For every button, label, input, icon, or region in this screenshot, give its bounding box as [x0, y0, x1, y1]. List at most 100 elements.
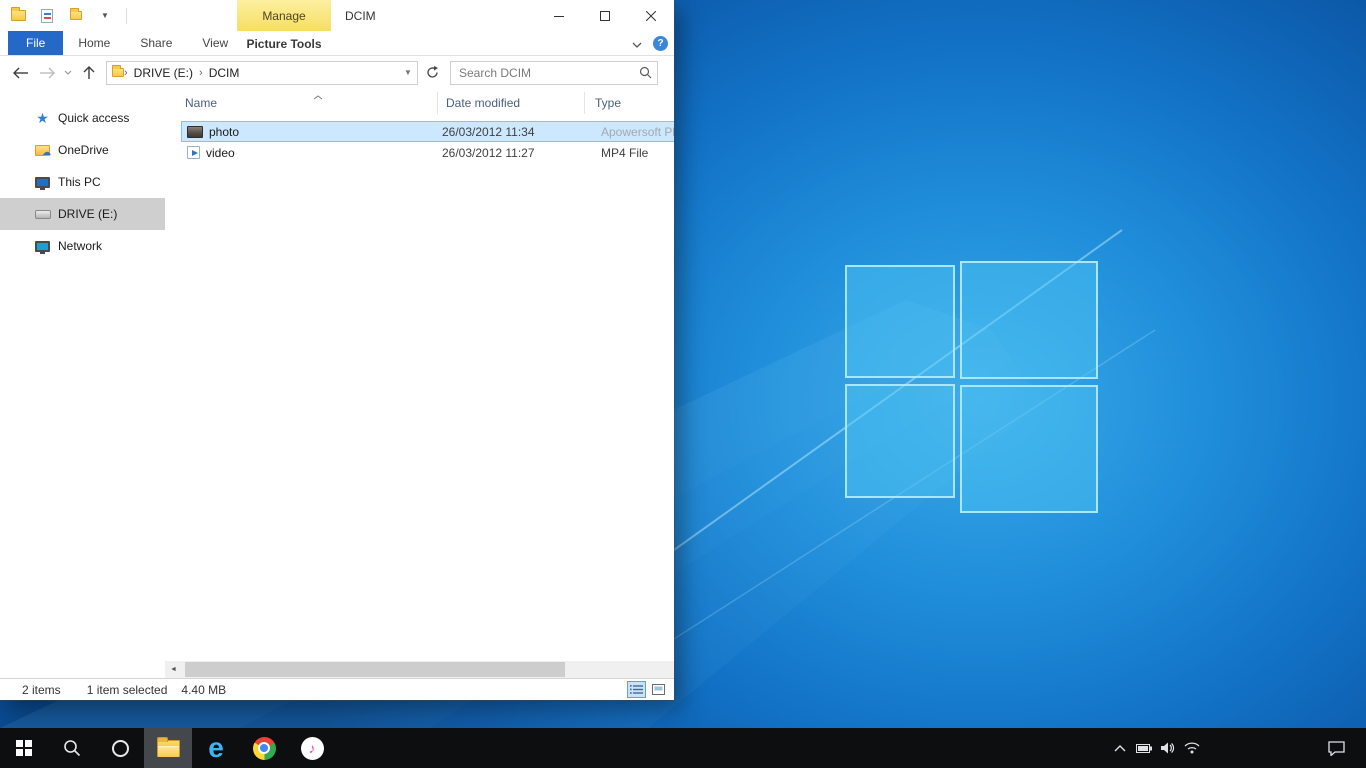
navigation-pane: ★ Quick access OneDrive This PC DRIVE (E… — [0, 89, 165, 678]
explorer-window: ▼ Manage DCIM File Home Share V — [0, 0, 674, 700]
refresh-icon[interactable] — [420, 61, 444, 85]
chrome-icon — [253, 737, 276, 760]
sort-ascending-icon — [313, 89, 323, 103]
ribbon-right-controls: ? — [632, 31, 668, 56]
file-name: video — [206, 146, 235, 160]
taskbar-search-button[interactable] — [48, 728, 96, 768]
tab-picture-tools[interactable]: Picture Tools — [237, 31, 331, 56]
forward-arrow-icon[interactable] — [34, 60, 60, 86]
desktop: ▼ Manage DCIM File Home Share V — [0, 0, 1366, 768]
taskbar: e ♪ — [0, 728, 1366, 768]
system-tray — [1108, 728, 1204, 768]
ribbon-collapse-chevron-icon[interactable] — [632, 37, 642, 51]
file-list-pane: Name Date modified Type photo 26/03/2012… — [165, 89, 674, 678]
wifi-icon[interactable] — [1180, 728, 1204, 768]
file-explorer-icon — [157, 740, 180, 757]
taskbar-itunes-button[interactable]: ♪ — [288, 728, 336, 768]
tab-view[interactable]: View — [187, 31, 243, 55]
column-header-name[interactable]: Name — [181, 92, 438, 114]
video-file-icon — [187, 146, 200, 159]
address-dropdown-chevron-icon[interactable]: ▼ — [399, 62, 417, 84]
sidebar-item-drive-e[interactable]: DRIVE (E:) — [0, 198, 165, 230]
file-name: photo — [209, 125, 239, 139]
minimize-button[interactable] — [536, 0, 582, 31]
address-bar[interactable]: › DRIVE (E:) › DCIM ▼ — [106, 61, 418, 85]
properties-icon[interactable] — [37, 5, 57, 27]
scroll-left-arrow-icon[interactable]: ◄ — [165, 661, 182, 678]
column-header-date-modified[interactable]: Date modified — [438, 92, 585, 114]
tab-share[interactable]: Share — [125, 31, 187, 55]
window-title: DCIM — [345, 0, 376, 31]
cortana-button[interactable] — [96, 728, 144, 768]
sidebar-item-quick-access[interactable]: ★ Quick access — [0, 102, 165, 134]
file-rows: photo 26/03/2012 11:34 Apowersoft Pho vi… — [181, 121, 674, 163]
status-selection: 1 item selected — [87, 683, 168, 697]
title-bar: ▼ Manage DCIM — [0, 0, 674, 31]
taskbar-chrome-button[interactable] — [240, 728, 288, 768]
status-bar: 2 items 1 item selected 4.40 MB — [0, 678, 674, 700]
speaker-icon[interactable] — [1156, 728, 1180, 768]
qat-customize-chevron-icon[interactable]: ▼ — [95, 5, 115, 27]
drive-icon — [34, 210, 51, 219]
maximize-button[interactable] — [582, 0, 628, 31]
edge-icon: e — [208, 734, 224, 762]
action-center-button[interactable] — [1314, 728, 1358, 768]
computer-icon — [34, 177, 51, 188]
status-size: 4.40 MB — [181, 683, 226, 697]
minimize-icon — [554, 11, 564, 21]
file-type: Apowersoft Pho — [591, 125, 674, 139]
itunes-icon: ♪ — [301, 737, 324, 760]
explorer-main: ★ Quick access OneDrive This PC DRIVE (E… — [0, 89, 674, 678]
tab-home[interactable]: Home — [63, 31, 125, 55]
column-headers: Name Date modified Type — [181, 92, 674, 114]
search-icon — [63, 739, 81, 757]
file-row-photo[interactable]: photo 26/03/2012 11:34 Apowersoft Pho — [181, 121, 674, 142]
scroll-right-arrow-icon[interactable]: ► — [669, 661, 674, 678]
close-button[interactable] — [628, 0, 674, 31]
horizontal-scrollbar[interactable]: ◄ ► — [165, 661, 674, 678]
sidebar-item-label: DRIVE (E:) — [58, 207, 117, 221]
file-type: MP4 File — [591, 146, 674, 160]
taskbar-file-explorer-button[interactable] — [144, 728, 192, 768]
explorer-icon[interactable] — [8, 5, 28, 27]
file-row-video[interactable]: video 26/03/2012 11:27 MP4 File — [181, 142, 674, 163]
battery-icon[interactable] — [1132, 728, 1156, 768]
sidebar-item-this-pc[interactable]: This PC — [0, 166, 165, 198]
action-center-icon — [1328, 741, 1345, 756]
sidebar-item-network[interactable]: Network — [0, 230, 165, 262]
back-arrow-icon[interactable] — [8, 60, 34, 86]
taskbar-edge-button[interactable]: e — [192, 728, 240, 768]
recent-locations-chevron-icon[interactable] — [60, 60, 76, 86]
tab-file[interactable]: File — [8, 31, 63, 55]
qat-separator — [126, 8, 127, 24]
cortana-icon — [112, 740, 129, 757]
window-controls — [536, 0, 674, 31]
tray-chevron-up-icon[interactable] — [1108, 728, 1132, 768]
column-header-type[interactable]: Type — [585, 92, 674, 114]
folder-icon — [70, 11, 82, 20]
up-arrow-icon[interactable] — [76, 60, 102, 86]
star-icon: ★ — [34, 111, 51, 125]
folder-icon — [11, 10, 26, 21]
sidebar-item-onedrive[interactable]: OneDrive — [0, 134, 165, 166]
scrollbar-track[interactable] — [182, 661, 669, 678]
start-button[interactable] — [0, 728, 48, 768]
breadcrumb-drive[interactable]: DRIVE (E:) — [128, 66, 199, 80]
view-toggles — [627, 681, 668, 698]
thumbnail-view-icon[interactable] — [649, 681, 668, 698]
scrollbar-thumb[interactable] — [185, 662, 565, 677]
picture-tools-group-header[interactable]: Manage — [237, 0, 331, 31]
details-view-icon[interactable] — [627, 681, 646, 698]
help-icon[interactable]: ? — [653, 36, 668, 51]
search-icon[interactable] — [633, 66, 657, 79]
sidebar-item-label: OneDrive — [58, 143, 109, 157]
sidebar-item-label: This PC — [58, 175, 101, 189]
close-icon — [646, 11, 656, 21]
search-input[interactable] — [451, 66, 633, 80]
search-box — [450, 61, 658, 85]
breadcrumb-folder[interactable]: DCIM — [203, 66, 246, 80]
start-icon — [16, 740, 32, 756]
sidebar-item-label: Quick access — [58, 111, 129, 125]
new-folder-icon[interactable] — [66, 5, 86, 27]
onedrive-icon — [34, 145, 51, 156]
